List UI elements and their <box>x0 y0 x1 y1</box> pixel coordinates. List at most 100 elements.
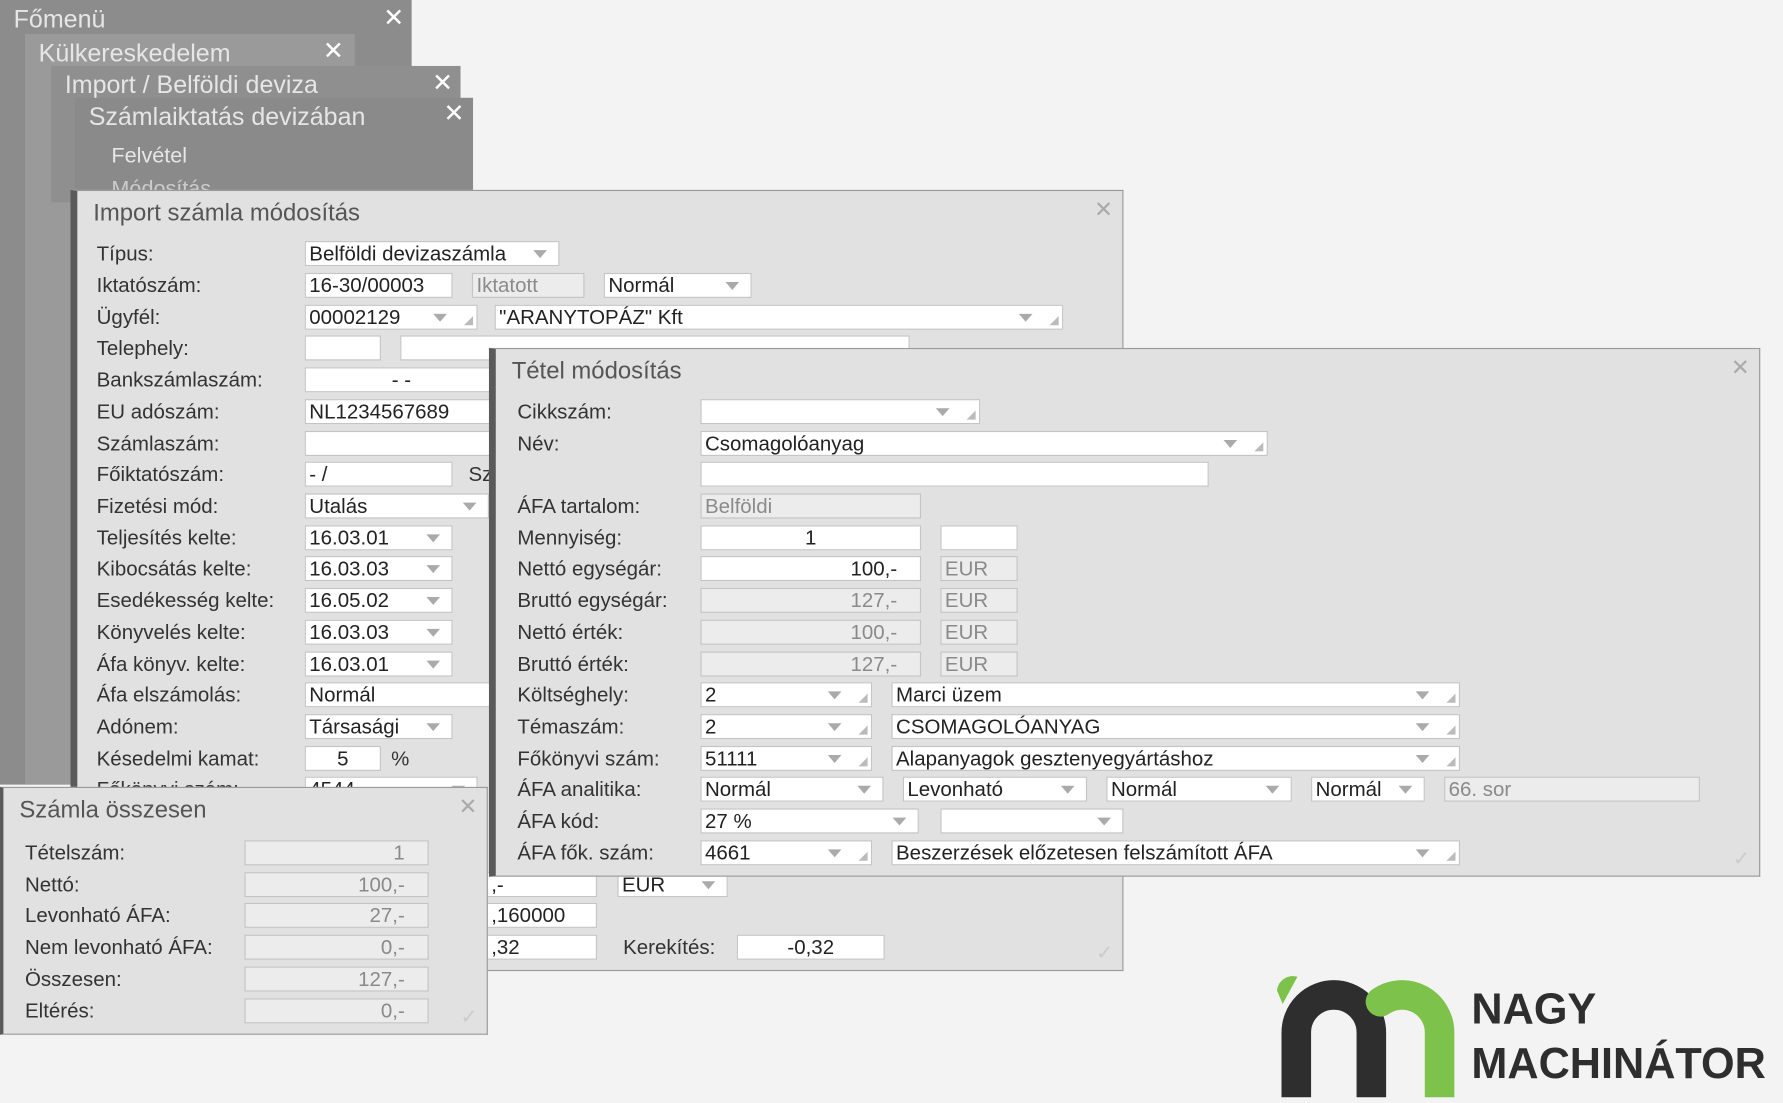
chevron-down-icon[interactable] <box>533 250 547 259</box>
checkmark-icon: ✓ <box>1732 847 1750 870</box>
close-icon[interactable]: ✕ <box>323 36 344 66</box>
date-fulfil-picker[interactable]: 16.03.01 <box>304 525 453 551</box>
chevron-down-icon[interactable] <box>827 849 842 858</box>
chevron-down-icon[interactable] <box>1265 785 1280 794</box>
vat-ledger-combo[interactable]: Beszerzések előzetesen felszámított ÁFA <box>891 840 1461 866</box>
chevron-down-icon[interactable] <box>857 785 872 794</box>
bank-account-input-value: - - <box>391 368 412 392</box>
chevron-down-icon[interactable] <box>426 565 441 574</box>
main-reg-input[interactable]: - / <box>304 461 453 487</box>
date-due-picker[interactable]: 16.05.02 <box>304 587 453 613</box>
resize-grip-icon[interactable] <box>858 725 868 735</box>
vat-content-field: Belföldi <box>700 493 922 519</box>
site-code-input[interactable] <box>304 335 381 361</box>
rate-input[interactable]: ,160000 <box>486 902 597 928</box>
resize-grip-icon[interactable] <box>463 316 474 326</box>
chevron-down-icon[interactable] <box>827 723 842 732</box>
type-select[interactable]: Belföldi devizaszámla <box>304 241 560 267</box>
chevron-down-icon[interactable] <box>433 313 447 322</box>
reg-number-input[interactable]: 16-30/00003 <box>304 272 453 298</box>
name2-input[interactable] <box>700 461 1209 487</box>
close-icon[interactable]: ✕ <box>459 793 478 821</box>
bank-account-input[interactable]: - - <box>304 367 499 393</box>
total-input-value: ,32 <box>491 935 520 959</box>
quantity-input[interactable]: 1 <box>700 525 922 551</box>
chevron-down-icon[interactable] <box>701 881 716 890</box>
chevron-down-icon[interactable] <box>1223 440 1238 449</box>
menu-item-felvetel[interactable]: Felvétel <box>111 144 187 169</box>
unit-input[interactable] <box>940 525 1018 551</box>
ledger-combo[interactable]: Alapanyagok gesztenyegyártáshoz <box>891 745 1461 771</box>
net-unit-input[interactable]: 100,- <box>700 556 922 582</box>
resize-grip-icon[interactable] <box>858 851 868 861</box>
chevron-down-icon[interactable] <box>1097 817 1111 826</box>
chevron-down-icon[interactable] <box>827 755 842 763</box>
resize-grip-icon[interactable] <box>1254 442 1264 452</box>
resize-grip-icon[interactable] <box>1049 316 1059 326</box>
vat-analytics-select[interactable]: Normál <box>1106 776 1292 802</box>
close-icon[interactable]: ✕ <box>432 68 453 98</box>
chevron-down-icon[interactable] <box>1060 785 1075 794</box>
close-icon[interactable]: ✕ <box>1731 354 1750 382</box>
chevron-down-icon[interactable] <box>725 282 740 290</box>
cost-center-combo[interactable]: Marci üzem <box>891 682 1461 708</box>
chevron-down-icon[interactable] <box>935 408 950 417</box>
cost-center-code-combo[interactable]: 2 <box>700 682 873 708</box>
resize-grip-icon[interactable] <box>858 757 868 767</box>
article-combo[interactable] <box>700 399 981 425</box>
client-name-combo[interactable]: "ARANYTOPÁZ" Kft <box>494 304 1064 330</box>
chevron-down-icon[interactable] <box>1415 849 1430 858</box>
date-issue-picker[interactable]: 16.03.03 <box>304 556 453 582</box>
chevron-down-icon[interactable] <box>827 691 842 700</box>
vat-code-select[interactable]: 27 % <box>700 808 919 834</box>
payment-select[interactable]: Utalás <box>304 493 489 519</box>
chevron-down-icon[interactable] <box>462 502 477 511</box>
vat-analytics-select[interactable]: Normál <box>1311 776 1425 802</box>
chevron-down-icon[interactable] <box>426 628 441 637</box>
date-vat-picker[interactable]: 16.03.01 <box>304 651 453 677</box>
close-icon[interactable]: ✕ <box>383 3 404 33</box>
chevron-down-icon[interactable] <box>426 534 441 543</box>
resize-grip-icon[interactable] <box>1446 851 1456 861</box>
date-booking-picker[interactable]: 16.03.03 <box>304 619 453 645</box>
close-icon[interactable]: ✕ <box>1094 196 1113 224</box>
chevron-down-icon[interactable] <box>1018 313 1033 322</box>
summary-value-value: 0,- <box>380 935 405 959</box>
ledger-code-combo[interactable]: 51111 <box>700 745 873 771</box>
chevron-down-icon[interactable] <box>1415 691 1430 700</box>
chevron-down-icon[interactable] <box>1398 785 1413 794</box>
vat-analytics-select-value: Normál <box>1315 777 1382 801</box>
close-icon[interactable]: ✕ <box>443 99 464 129</box>
chevron-down-icon[interactable] <box>892 817 907 826</box>
topic-combo[interactable]: CSOMAGOLÓANYAG <box>891 714 1461 740</box>
resize-grip-icon[interactable] <box>858 693 868 703</box>
item-edit-dialog: Tétel módosítás ✕ ✓ Cikkszám: Név: ÁFA tar… <box>488 347 1761 877</box>
resize-grip-icon[interactable] <box>966 410 976 420</box>
client-code-combo[interactable]: 00002129 <box>304 304 478 330</box>
invoice-number-input[interactable] <box>304 430 499 456</box>
vat-code2-select[interactable] <box>940 808 1124 834</box>
vat-ledger-code-combo[interactable]: 4661 <box>700 840 873 866</box>
currency-field: EUR <box>940 587 1018 613</box>
late-interest-input-value: 5 <box>337 747 349 770</box>
resize-grip-icon[interactable] <box>1446 725 1456 735</box>
chevron-down-icon[interactable] <box>1415 723 1430 732</box>
chevron-down-icon[interactable] <box>426 723 441 732</box>
chevron-down-icon[interactable] <box>426 660 441 669</box>
topic-code-combo[interactable]: 2 <box>700 714 873 740</box>
resize-grip-icon[interactable] <box>1446 693 1456 703</box>
resize-grip-icon[interactable] <box>1446 757 1456 767</box>
vat-analytics-select[interactable]: Normál <box>700 776 884 802</box>
eu-tax-input[interactable]: NL1234567689 <box>304 399 499 425</box>
vat-analytics-select[interactable]: Levonható <box>902 776 1088 802</box>
chevron-down-icon[interactable] <box>1415 755 1430 763</box>
reg-mode-select[interactable]: Normál <box>603 272 752 298</box>
tax-type-select[interactable]: Társasági <box>304 714 453 740</box>
late-interest-input[interactable]: 5 <box>304 745 381 771</box>
name-combo[interactable]: Csomagolóanyag <box>700 430 1268 456</box>
gross-unit-field: 127,- <box>700 587 922 613</box>
rounding-input[interactable]: -0,32 <box>736 934 885 960</box>
vat-settlement-input[interactable]: Normál <box>304 682 499 708</box>
total-input[interactable]: ,32 <box>486 934 597 960</box>
chevron-down-icon[interactable] <box>426 596 441 605</box>
